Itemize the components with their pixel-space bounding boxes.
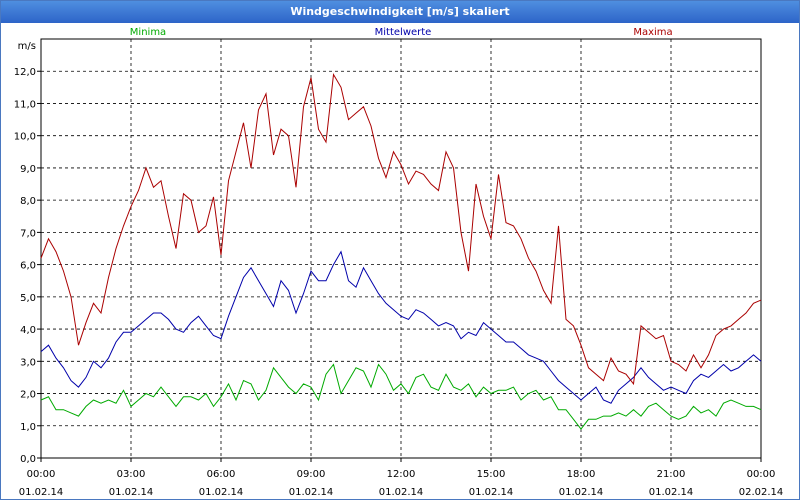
- y-tick-label: 7,0: [20, 228, 36, 239]
- y-tick-label: 0,0: [20, 454, 36, 465]
- y-tick-label: 10,0: [14, 132, 36, 143]
- x-tick-time-label: 03:00: [117, 469, 146, 480]
- y-tick-label: 9,0: [20, 164, 36, 175]
- x-tick-time-label: 00:00: [27, 469, 56, 480]
- y-tick-label: 1,0: [20, 422, 36, 433]
- x-tick-time-label: 21:00: [657, 469, 686, 480]
- x-tick-date-label: 01.02.14: [649, 487, 694, 498]
- x-tick-date-label: 01.02.14: [379, 487, 424, 498]
- y-tick-label: 2,0: [20, 390, 36, 401]
- x-tick-time-label: 00:00: [747, 469, 776, 480]
- y-axis-label: m/s: [18, 41, 36, 52]
- y-tick-label: 5,0: [20, 293, 36, 304]
- y-tick-label: 12,0: [14, 67, 36, 78]
- wind-speed-chart: 0,0 1,0 2,0 3,0 4,0 5,0 6,0 7,0 8,0 9,0 10,0 11,0 12…: [14, 27, 784, 498]
- x-tick-time-label: 09:00: [297, 469, 326, 480]
- x-tick-time-label: 12:00: [387, 469, 416, 480]
- legend-entry-maxima: Maxima: [633, 27, 672, 38]
- x-tick-date-label: 01.02.14: [19, 487, 64, 498]
- x-tick-date-label: 02.02.14: [739, 487, 784, 498]
- x-tick-time-label: 15:00: [477, 469, 506, 480]
- x-tick-date-label: 01.02.14: [109, 487, 154, 498]
- y-tick-label: 8,0: [20, 196, 36, 207]
- y-tick-label: 4,0: [20, 325, 36, 336]
- y-tick-label: 6,0: [20, 261, 36, 272]
- x-tick-date-label: 01.02.14: [289, 487, 334, 498]
- x-tick-time-label: 18:00: [567, 469, 596, 480]
- legend-entry-minima: Minima: [130, 27, 166, 38]
- x-tick-date-label: 01.02.14: [199, 487, 244, 498]
- y-tick-label: 3,0: [20, 357, 36, 368]
- x-tick-date-label: 01.02.14: [559, 487, 604, 498]
- x-tick-time-label: 06:00: [207, 469, 236, 480]
- x-tick-date-label: 01.02.14: [469, 487, 514, 498]
- legend-entry-mittelwerte: Mittelwerte: [375, 27, 432, 38]
- chart-window: Windgeschwindigkeit [m/s] skaliert 0,0 1,…: [0, 0, 800, 500]
- y-tick-label: 11,0: [14, 99, 36, 110]
